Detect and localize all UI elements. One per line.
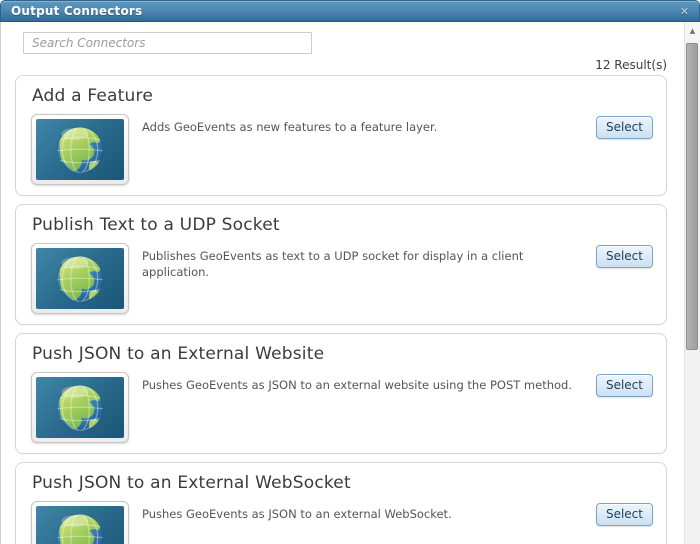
- dialog-content: 12 Result(s) Add a Feature Adds GeoEvent…: [2, 22, 684, 544]
- scrollbar-thumb[interactable]: [686, 43, 698, 350]
- dialog-titlebar: Output Connectors ✕: [0, 0, 700, 22]
- connector-list: Add a Feature Adds GeoEvents as new feat…: [15, 75, 667, 544]
- connector-title: Push JSON to an External Website: [32, 344, 325, 364]
- vertical-scrollbar: ▲: [684, 22, 700, 544]
- connector-card-push-json-website: Push JSON to an External Website Pushes …: [15, 333, 667, 454]
- connector-card-add-a-feature: Add a Feature Adds GeoEvents as new feat…: [15, 75, 667, 196]
- globe-icon: [53, 123, 107, 177]
- select-button[interactable]: Select: [595, 245, 653, 268]
- connector-title: Publish Text to a UDP Socket: [32, 215, 280, 235]
- connector-thumbnail: [31, 501, 129, 544]
- close-icon[interactable]: ✕: [677, 4, 692, 19]
- connector-thumbnail: [31, 372, 129, 443]
- connector-description: Pushes GeoEvents as JSON to an external …: [142, 378, 572, 392]
- connector-title: Add a Feature: [32, 86, 153, 106]
- select-button[interactable]: Select: [595, 503, 653, 526]
- dialog-title: Output Connectors: [11, 4, 143, 18]
- select-button[interactable]: Select: [595, 374, 653, 397]
- connector-card-push-json-websocket: Push JSON to an External WebSocket Pushe…: [15, 462, 667, 544]
- connector-description: Publishes GeoEvents as text to a UDP soc…: [142, 249, 524, 279]
- connector-title: Push JSON to an External WebSocket: [32, 473, 351, 493]
- connector-card-publish-text-udp: Publish Text to a UDP Socket Publishes G…: [15, 204, 667, 325]
- connector-description: Adds GeoEvents as new features to a feat…: [142, 120, 438, 134]
- dialog-body: 12 Result(s) Add a Feature Adds GeoEvent…: [0, 22, 700, 544]
- globe-icon: [53, 381, 107, 435]
- connector-thumbnail: [31, 243, 129, 314]
- search-connectors-input[interactable]: [23, 32, 312, 54]
- select-button[interactable]: Select: [595, 116, 653, 139]
- scroll-up-icon[interactable]: ▲: [685, 22, 700, 40]
- globe-icon: [53, 252, 107, 306]
- connector-thumbnail: [31, 114, 129, 185]
- connector-description: Pushes GeoEvents as JSON to an external …: [142, 507, 452, 521]
- results-count: 12 Result(s): [595, 58, 667, 72]
- globe-icon: [53, 510, 107, 544]
- output-connectors-dialog: Output Connectors ✕ 12 Result(s) Add a F…: [0, 0, 700, 544]
